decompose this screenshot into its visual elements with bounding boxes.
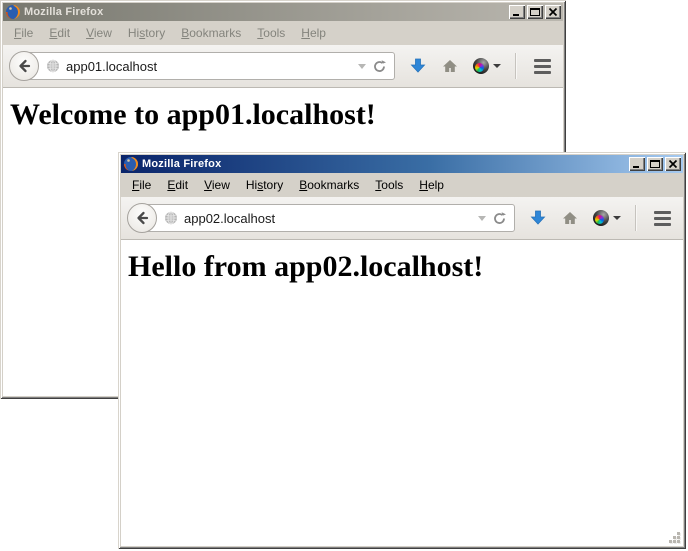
color-wheel-button[interactable] — [593, 210, 621, 226]
back-arrow-icon — [134, 210, 150, 226]
menu-item-help[interactable]: Help — [294, 23, 333, 43]
url-input[interactable] — [66, 59, 352, 74]
minimize-icon — [631, 159, 643, 169]
window-title: Mozilla Firefox — [142, 158, 626, 170]
menu-item-file[interactable]: File — [125, 175, 158, 195]
back-button[interactable] — [9, 51, 39, 81]
maximize-icon — [649, 159, 661, 169]
menu-item-bookmarks[interactable]: Bookmarks — [174, 23, 248, 43]
toolbar-separator — [635, 205, 636, 231]
close-icon — [547, 7, 559, 17]
dropdown-caret-icon — [493, 64, 501, 68]
menu-item-edit[interactable]: Edit — [160, 175, 195, 195]
reload-icon[interactable] — [372, 59, 387, 74]
home-button[interactable] — [441, 57, 459, 75]
home-icon — [561, 209, 579, 227]
resize-grip[interactable] — [668, 531, 681, 544]
globe-site-icon[interactable] — [46, 59, 60, 73]
url-bar[interactable] — [141, 204, 515, 232]
download-arrow-icon — [529, 209, 547, 227]
toolbar-separator — [515, 53, 516, 79]
menu-item-tools[interactable]: Tools — [368, 175, 410, 195]
close-button[interactable] — [665, 157, 681, 171]
firefox-window-app02: Mozilla Firefox FileEditViewHistoryBookm… — [118, 152, 686, 549]
close-button[interactable] — [545, 5, 561, 19]
menu-item-bookmarks[interactable]: Bookmarks — [292, 175, 366, 195]
reload-icon[interactable] — [492, 211, 507, 226]
minimize-button[interactable] — [629, 157, 645, 171]
menu-item-help[interactable]: Help — [412, 175, 451, 195]
page-content: Hello from app02.localhost! — [121, 240, 683, 546]
minimize-icon — [511, 7, 523, 17]
firefox-logo-icon — [123, 156, 139, 172]
urlbar-dropdown-icon[interactable] — [358, 64, 366, 69]
globe-site-icon[interactable] — [164, 211, 178, 225]
download-arrow-icon — [409, 57, 427, 75]
hamburger-menu-button[interactable] — [532, 55, 553, 78]
menu-item-history[interactable]: History — [121, 23, 172, 43]
titlebar[interactable]: Mozilla Firefox — [3, 3, 563, 21]
navigation-toolbar — [3, 45, 563, 88]
menu-item-edit[interactable]: Edit — [42, 23, 77, 43]
page-heading: Hello from app02.localhost! — [128, 250, 683, 284]
menu-item-tools[interactable]: Tools — [250, 23, 292, 43]
maximize-button[interactable] — [527, 5, 543, 19]
menu-bar: FileEditViewHistoryBookmarksToolsHelp — [121, 173, 683, 197]
window-controls — [509, 5, 561, 19]
back-button[interactable] — [127, 203, 157, 233]
dropdown-caret-icon — [613, 216, 621, 220]
color-wheel-icon — [593, 210, 609, 226]
color-wheel-button[interactable] — [473, 58, 501, 74]
maximize-button[interactable] — [647, 157, 663, 171]
home-button[interactable] — [561, 209, 579, 227]
hamburger-menu-button[interactable] — [652, 207, 673, 230]
minimize-button[interactable] — [509, 5, 525, 19]
urlbar-dropdown-icon[interactable] — [478, 216, 486, 221]
maximize-icon — [529, 7, 541, 17]
home-icon — [441, 57, 459, 75]
menu-item-history[interactable]: History — [239, 175, 290, 195]
titlebar[interactable]: Mozilla Firefox — [121, 155, 683, 173]
close-icon — [667, 159, 679, 169]
menu-bar: FileEditViewHistoryBookmarksToolsHelp — [3, 21, 563, 45]
download-button[interactable] — [409, 57, 427, 75]
desktop: Mozilla Firefox FileEditViewHistoryBookm… — [0, 0, 688, 551]
menu-item-file[interactable]: File — [7, 23, 40, 43]
menu-item-view[interactable]: View — [79, 23, 119, 43]
url-input[interactable] — [184, 211, 472, 226]
back-arrow-icon — [16, 58, 32, 74]
navigation-toolbar — [121, 197, 683, 240]
download-button[interactable] — [529, 209, 547, 227]
url-bar[interactable] — [23, 52, 395, 80]
menu-item-view[interactable]: View — [197, 175, 237, 195]
color-wheel-icon — [473, 58, 489, 74]
page-heading: Welcome to app01.localhost! — [10, 98, 563, 132]
window-title: Mozilla Firefox — [24, 6, 506, 18]
window-controls — [629, 157, 681, 171]
firefox-logo-icon — [5, 4, 21, 20]
